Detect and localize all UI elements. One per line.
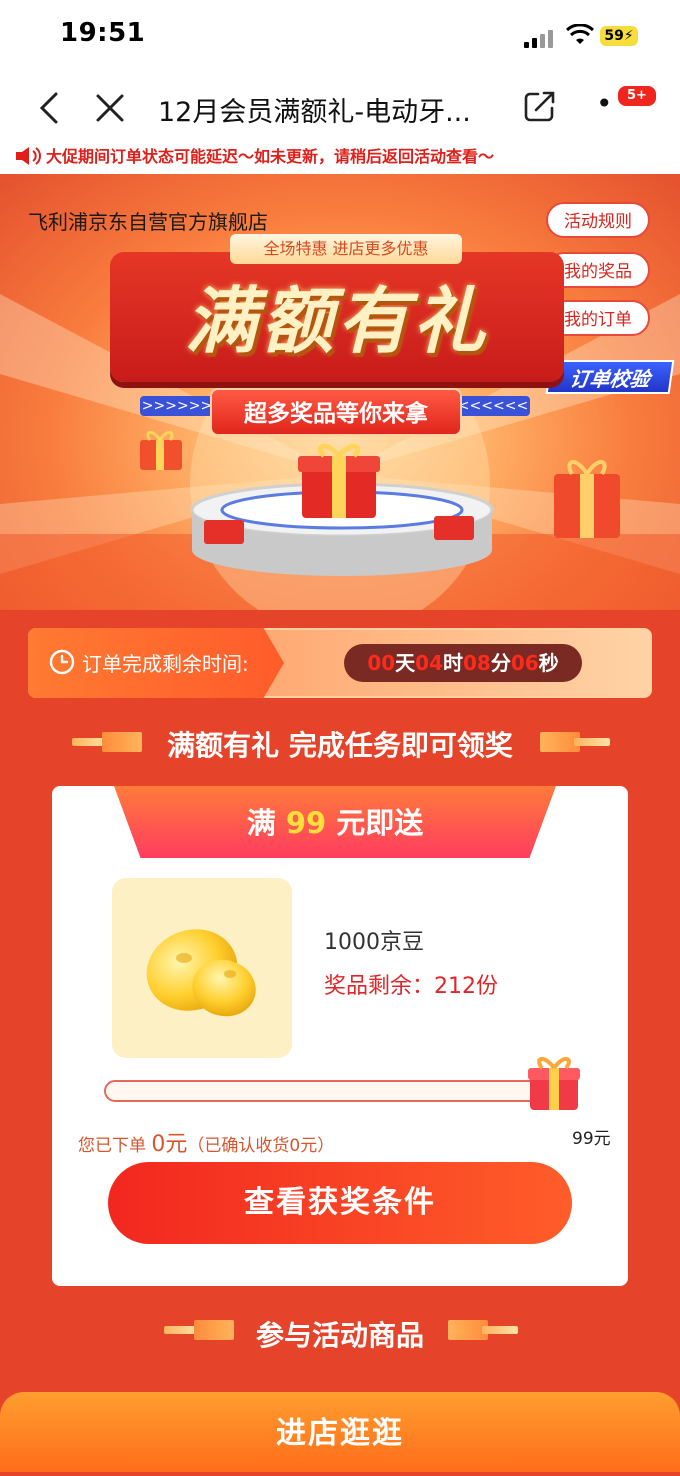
- order-progress-text: 您已下单 0元（已确认收货0元）: [78, 1126, 334, 1158]
- ribbon-decoration-right-2: [448, 1318, 518, 1342]
- store-name[interactable]: 飞利浦京东自营官方旗舰店: [28, 206, 268, 235]
- share-icon[interactable]: [522, 88, 558, 124]
- countdown-seconds: 06: [510, 651, 539, 675]
- hero-subtitle: 超多奖品等你来拿: [210, 388, 462, 436]
- visit-store-button[interactable]: 进店逛逛: [0, 1392, 680, 1472]
- cellular-signal-icon: [524, 30, 554, 48]
- hero-title: 满额有礼: [184, 279, 489, 363]
- hero-arrows-right: <<<<<<: [456, 396, 530, 416]
- order-progress-prefix: 您已下单: [78, 1136, 146, 1156]
- countdown-days-unit: 天: [395, 651, 416, 675]
- gift-box-small-icon: [140, 431, 182, 470]
- countdown-seconds-unit: 秒: [538, 651, 559, 675]
- prize-remaining: 奖品剩余：212份: [324, 974, 498, 999]
- close-icon[interactable]: [94, 92, 126, 124]
- countdown-value: 00天04时08分06秒: [344, 644, 582, 682]
- notice-text: 大促期间订单状态可能延迟～如未更新，请稍后返回活动查看～: [46, 147, 495, 166]
- countdown-hours: 04: [415, 651, 443, 675]
- countdown-minutes: 08: [463, 651, 491, 675]
- order-progress-bar: [104, 1080, 552, 1102]
- confirmed-amount: （已确认收货0元）: [187, 1136, 335, 1156]
- progress-target: 99元: [572, 1129, 611, 1149]
- threshold-amount: 99: [285, 806, 327, 840]
- back-icon[interactable]: [36, 90, 64, 126]
- countdown-days: 00: [367, 651, 396, 675]
- order-verify-button[interactable]: 订单校验: [545, 360, 675, 394]
- activity-rules-button[interactable]: 活动规则: [546, 202, 650, 238]
- status-time: 19:51: [60, 18, 146, 48]
- notification-badge: 5+: [616, 84, 658, 108]
- prize-name: 1000京豆: [324, 930, 424, 955]
- hero-top-tag: 全场特惠 进店更多优惠: [230, 234, 462, 264]
- battery-indicator: 59⚡: [600, 26, 638, 46]
- products-section-title: 参与活动商品: [255, 1319, 424, 1352]
- page-title: 12月会员满额礼-电动牙...: [158, 97, 471, 128]
- clock-icon: [49, 649, 75, 675]
- countdown-minutes-unit: 分: [490, 651, 511, 675]
- jingdou-beans-icon: [146, 929, 256, 1017]
- view-conditions-button[interactable]: 查看获奖条件: [108, 1162, 572, 1244]
- wifi-icon: [566, 24, 594, 44]
- progress-gift-icon: [528, 1057, 580, 1110]
- reward-threshold-text: 满 99 元即送: [246, 806, 424, 840]
- hero-arrows-left: >>>>>>: [140, 396, 214, 416]
- countdown-hours-unit: 时: [443, 651, 463, 675]
- ribbon-decoration-right: [540, 730, 610, 754]
- charging-icon: ⚡: [623, 28, 634, 44]
- order-amount: 0元: [151, 1132, 188, 1157]
- gift-box-icon: [298, 443, 380, 518]
- prize-image: [112, 878, 292, 1058]
- gift-box-large-icon: [554, 460, 620, 538]
- countdown-label: 订单完成剩余时间:: [82, 652, 249, 676]
- speaker-icon: [16, 147, 41, 165]
